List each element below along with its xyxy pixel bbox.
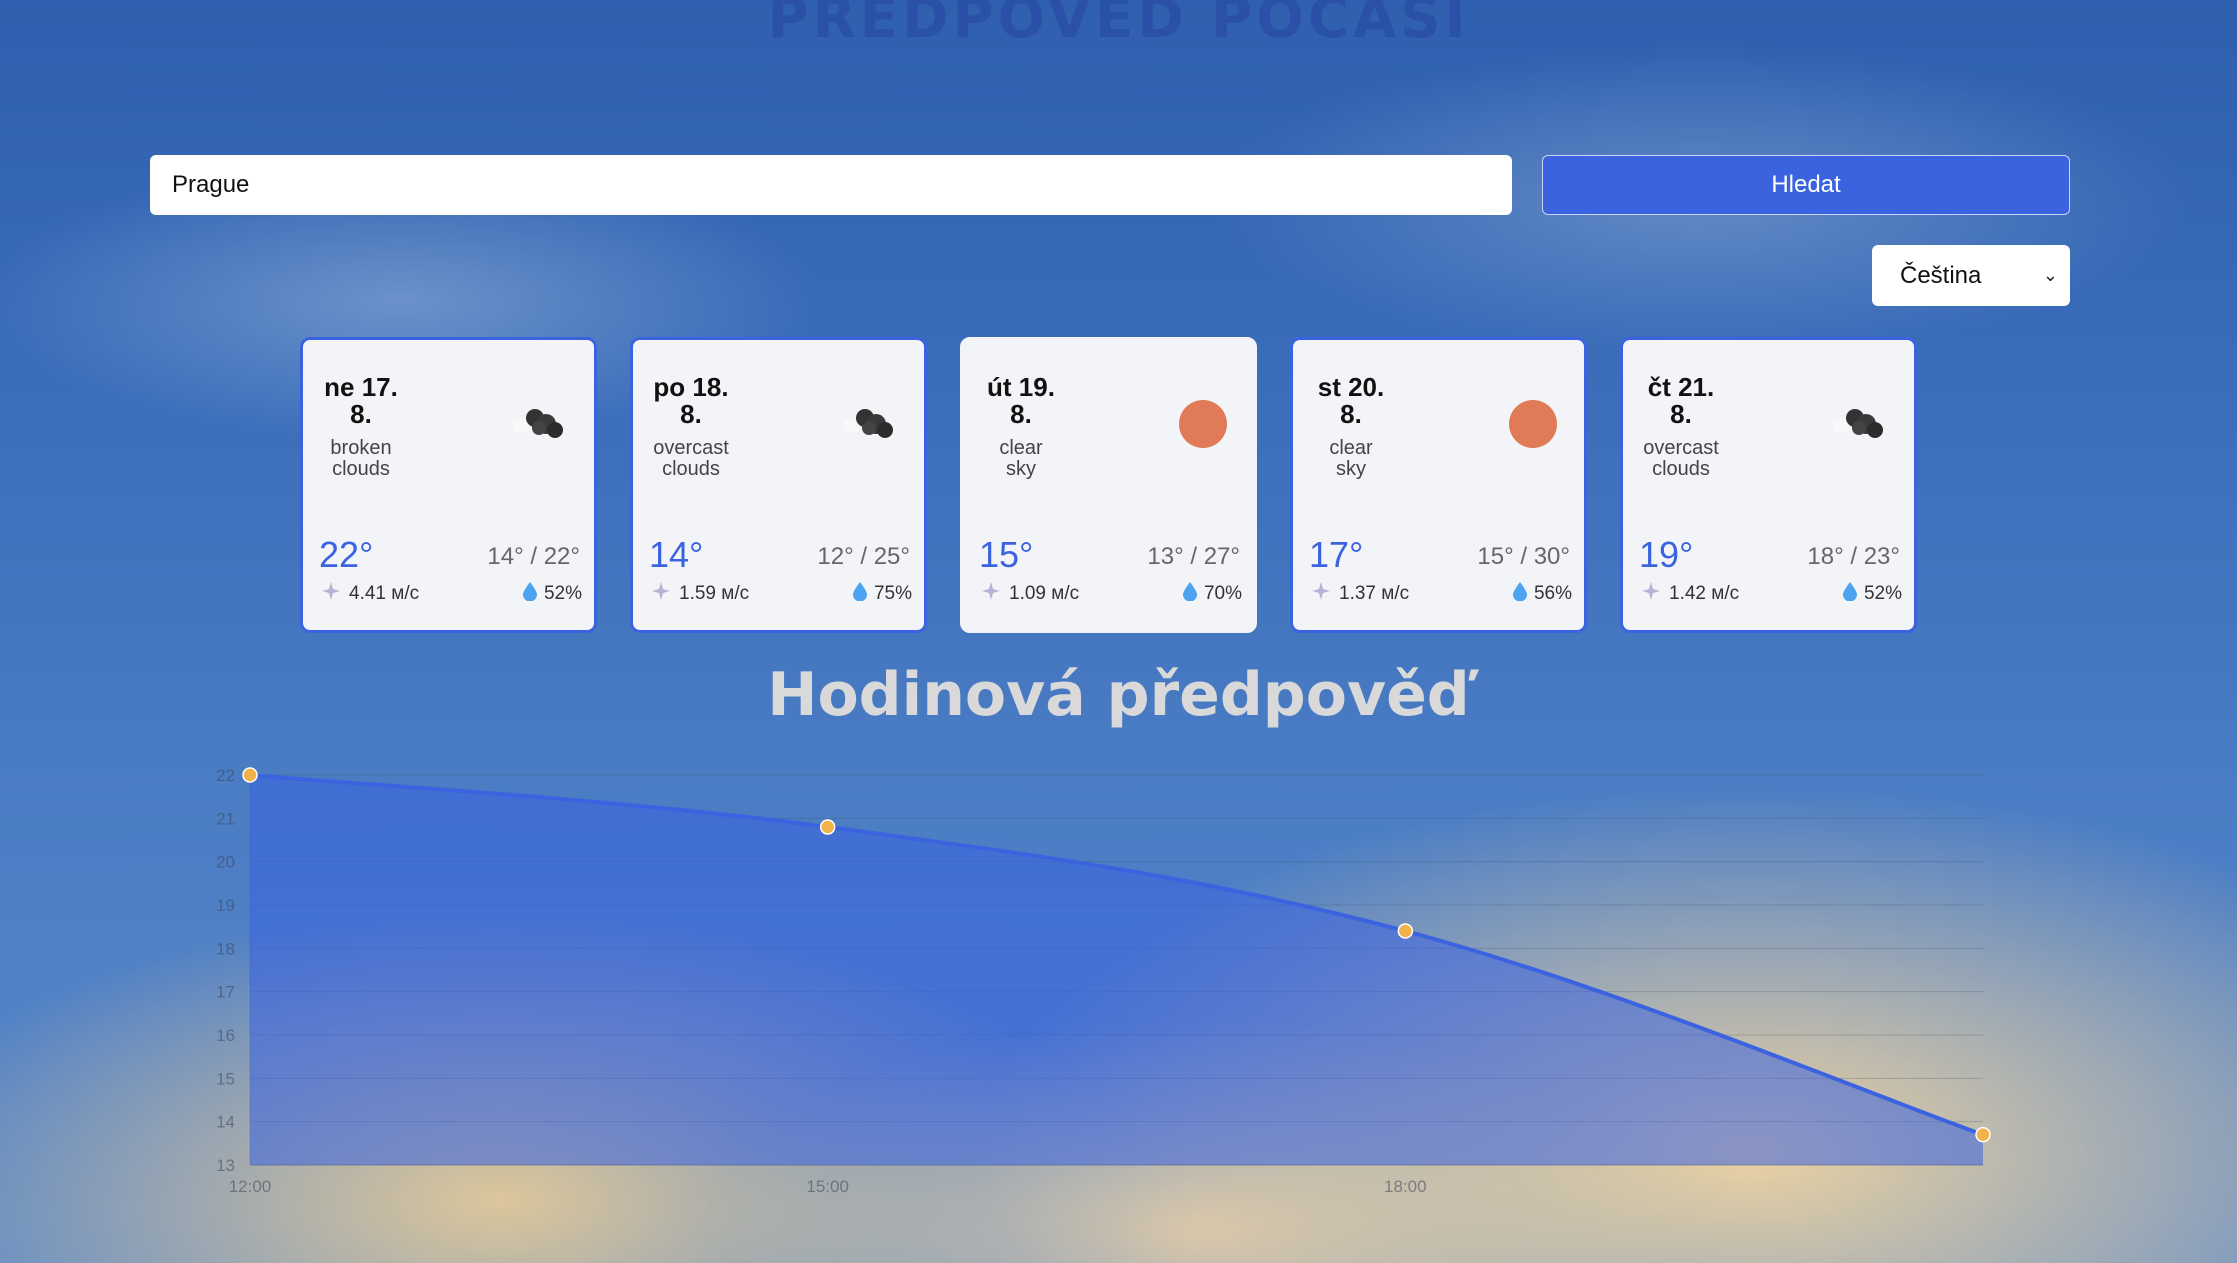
- language-select-value: Čeština: [1900, 261, 1982, 289]
- forecast-humidity-value: 52%: [543, 583, 582, 604]
- y-tick-label: 18: [216, 939, 235, 958]
- y-tick-label: 16: [216, 1026, 235, 1045]
- data-point: [819, 819, 836, 835]
- x-tick-label: 12:00: [229, 1177, 272, 1196]
- wind-icon: [651, 581, 671, 607]
- forecast-description: clear sky: [1329, 437, 1373, 480]
- cloud-icon: [841, 402, 903, 442]
- forecast-wind-value: 1.42 м/с: [1669, 583, 1740, 604]
- forecast-description: clear sky: [999, 437, 1043, 480]
- forecast-temp: 22°: [319, 534, 374, 575]
- forecast-card[interactable]: út 19. 8. clear sky 15° 13° / 27° 1.09 м/с 70%: [960, 337, 1257, 633]
- forecast-wind-value: 1.09 м/с: [1009, 583, 1080, 604]
- droplet-icon: [1842, 581, 1858, 607]
- forecast-humidity-value: 56%: [1533, 583, 1572, 604]
- droplet-icon: [522, 581, 538, 607]
- forecast-humidity: 70%: [1182, 581, 1242, 607]
- forecast-temp-range: 15° / 30°: [1477, 543, 1570, 570]
- forecast-humidity: 52%: [522, 581, 582, 607]
- x-tick-label: 15:00: [806, 1177, 849, 1196]
- wind-icon: [321, 581, 341, 607]
- forecast-wind-value: 4.41 м/с: [349, 583, 420, 604]
- droplet-icon: [852, 581, 868, 607]
- forecast-wind: 1.59 м/с: [651, 581, 749, 607]
- data-point: [1397, 923, 1414, 939]
- hourly-title: Hodinová předpověď: [767, 660, 1470, 730]
- forecast-wind: 1.42 м/с: [1641, 581, 1739, 607]
- y-tick-label: 19: [216, 896, 235, 915]
- forecast-card[interactable]: po 18. 8. overcast clouds 14° 12° / 25° 1.59 м…: [630, 337, 927, 633]
- forecast-humidity-value: 52%: [1863, 583, 1902, 604]
- hourly-chart: 13 14 15 16 17 18 19 20 21 22 12:00 15:00 18:00: [216, 766, 1991, 1196]
- forecast-humidity-value: 70%: [1203, 583, 1242, 604]
- forecast-temp: 14°: [649, 534, 704, 575]
- cloud-icon: [511, 402, 573, 442]
- forecast-wind-value: 1.37 м/с: [1339, 583, 1410, 604]
- forecast-description: broken clouds: [330, 437, 392, 480]
- forecast-card[interactable]: čt 21. 8. overcast clouds 19° 18° / 23° 1.42 м…: [1620, 337, 1917, 633]
- droplet-icon: [1182, 581, 1198, 607]
- droplet-icon: [1512, 581, 1528, 607]
- page-title: PŘEDPOVĚĎ POČASÍ: [767, 0, 1470, 51]
- y-tick-label: 21: [216, 809, 235, 828]
- y-tick-label: 15: [216, 1069, 235, 1088]
- forecast-date: út 19. 8.: [987, 372, 1055, 429]
- forecast-temp: 15°: [979, 534, 1034, 575]
- sun-icon: [1173, 400, 1233, 448]
- y-tick-label: 14: [216, 1113, 235, 1132]
- forecast-temp-range: 14° / 22°: [487, 543, 580, 570]
- x-tick-label: 18:00: [1384, 1177, 1427, 1196]
- forecast-humidity: 52%: [1842, 581, 1902, 607]
- forecast-description: overcast clouds: [653, 437, 729, 480]
- forecast-date: po 18. 8.: [653, 372, 729, 429]
- forecast-wind: 1.09 м/с: [981, 581, 1079, 607]
- forecast-card[interactable]: ne 17. 8. broken clouds 22° 14° / 22° 4.41 м/с…: [300, 337, 597, 633]
- forecast-humidity: 75%: [852, 581, 912, 607]
- y-tick-label: 13: [216, 1156, 235, 1175]
- temperature-area: [250, 775, 1983, 1165]
- wind-icon: [981, 581, 1001, 607]
- data-point: [242, 767, 258, 783]
- forecast-wind: 4.41 м/с: [321, 581, 419, 607]
- forecast-temp-range: 13° / 27°: [1147, 543, 1240, 570]
- cloud-icon: [1831, 402, 1893, 442]
- wind-icon: [1311, 581, 1331, 607]
- forecast-wind-value: 1.59 м/с: [679, 583, 750, 604]
- forecast-humidity: 56%: [1512, 581, 1572, 607]
- language-select[interactable]: Čeština ⌄: [1872, 245, 2070, 306]
- wind-icon: [1641, 581, 1661, 607]
- y-tick-label: 22: [216, 766, 235, 785]
- forecast-date: čt 21. 8.: [1647, 372, 1715, 429]
- forecast-date: st 20. 8.: [1317, 372, 1385, 429]
- y-tick-label: 17: [216, 983, 235, 1002]
- forecast-temp: 17°: [1309, 534, 1364, 575]
- y-tick-label: 20: [216, 853, 235, 872]
- search-input[interactable]: [150, 155, 1512, 215]
- forecast-temp-range: 18° / 23°: [1807, 543, 1900, 570]
- forecast-temp: 19°: [1639, 534, 1694, 575]
- forecast-card[interactable]: st 20. 8. clear sky 17° 15° / 30° 1.37 м/с 56%: [1290, 337, 1587, 633]
- forecast-humidity-value: 75%: [873, 583, 912, 604]
- sun-icon: [1503, 400, 1563, 448]
- data-point: [1975, 1126, 1991, 1143]
- forecast-description: overcast clouds: [1643, 437, 1719, 480]
- forecast-date: ne 17. 8.: [324, 372, 398, 429]
- search-button[interactable]: Hledat: [1542, 155, 2070, 215]
- forecast-wind: 1.37 м/с: [1311, 581, 1409, 607]
- chevron-down-icon: ⌄: [2042, 265, 2058, 285]
- forecast-temp-range: 12° / 25°: [817, 543, 910, 570]
